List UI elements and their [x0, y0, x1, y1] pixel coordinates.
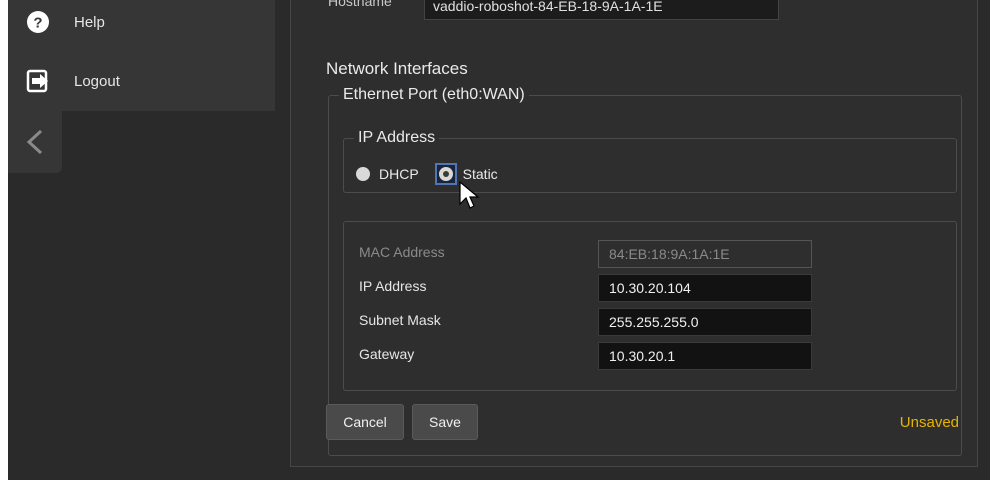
help-icon: ?: [24, 8, 52, 36]
subnet-mask-label: Subnet Mask: [359, 312, 441, 328]
hostname-label: Hostname: [328, 0, 392, 9]
ip-address-label: IP Address: [359, 278, 427, 294]
gateway-field[interactable]: 10.30.20.1: [598, 342, 812, 370]
hostname-input[interactable]: vaddio-roboshot-84-EB-18-9A-1A-1E: [424, 0, 779, 20]
ip-address-field[interactable]: 10.30.20.104: [598, 274, 812, 302]
ethernet-port-group: Ethernet Port (eth0:WAN) IP Address DHCP…: [328, 86, 962, 456]
unsaved-status: Unsaved: [899, 414, 959, 431]
gateway-row: Gateway 10.30.20.1: [344, 338, 956, 372]
sidebar-item-label: Help: [74, 13, 105, 31]
mac-address-label: MAC Address: [359, 244, 445, 260]
dhcp-radio[interactable]: [356, 167, 370, 181]
dhcp-label[interactable]: DHCP: [379, 166, 419, 182]
static-radio-focus[interactable]: [434, 163, 457, 185]
sidebar-menu: ? Help Logout: [8, 0, 275, 111]
ip-address-mode-group: IP Address DHCP Static: [343, 129, 957, 193]
network-settings-panel: Hostname vaddio-roboshot-84-EB-18-9A-1A-…: [290, 0, 978, 467]
sidebar-item-label: Logout: [74, 72, 120, 90]
logout-icon: [24, 67, 52, 95]
ethernet-port-legend: Ethernet Port (eth0:WAN): [343, 86, 525, 103]
gateway-label: Gateway: [359, 346, 415, 362]
static-radio[interactable]: [438, 167, 453, 181]
chevron-left-icon: [23, 127, 47, 157]
subnet-mask-field[interactable]: 255.255.255.0: [598, 308, 812, 336]
sidebar-collapse-button[interactable]: [8, 111, 62, 173]
sidebar-item-logout[interactable]: Logout: [8, 55, 275, 107]
mouse-pointer-icon: [458, 180, 482, 217]
sidebar-item-help[interactable]: ? Help: [8, 0, 275, 48]
svg-text:?: ?: [33, 15, 42, 32]
mac-address-field: 84:EB:18:9A:1A:1E: [598, 240, 812, 268]
section-title: Network Interfaces: [326, 59, 468, 78]
save-button[interactable]: Save: [412, 404, 478, 440]
hostname-row: Hostname vaddio-roboshot-84-EB-18-9A-1A-…: [291, 0, 977, 22]
ip-details-group: MAC Address 84:EB:18:9A:1A:1E IP Address…: [343, 221, 957, 391]
mac-address-row: MAC Address 84:EB:18:9A:1A:1E: [344, 236, 956, 270]
cancel-button[interactable]: Cancel: [326, 404, 404, 440]
ip-mode-radio-row: DHCP Static: [356, 163, 514, 185]
ip-address-row: IP Address 10.30.20.104: [344, 270, 956, 304]
ip-address-legend: IP Address: [358, 129, 436, 146]
subnet-mask-row: Subnet Mask 255.255.255.0: [344, 304, 956, 338]
